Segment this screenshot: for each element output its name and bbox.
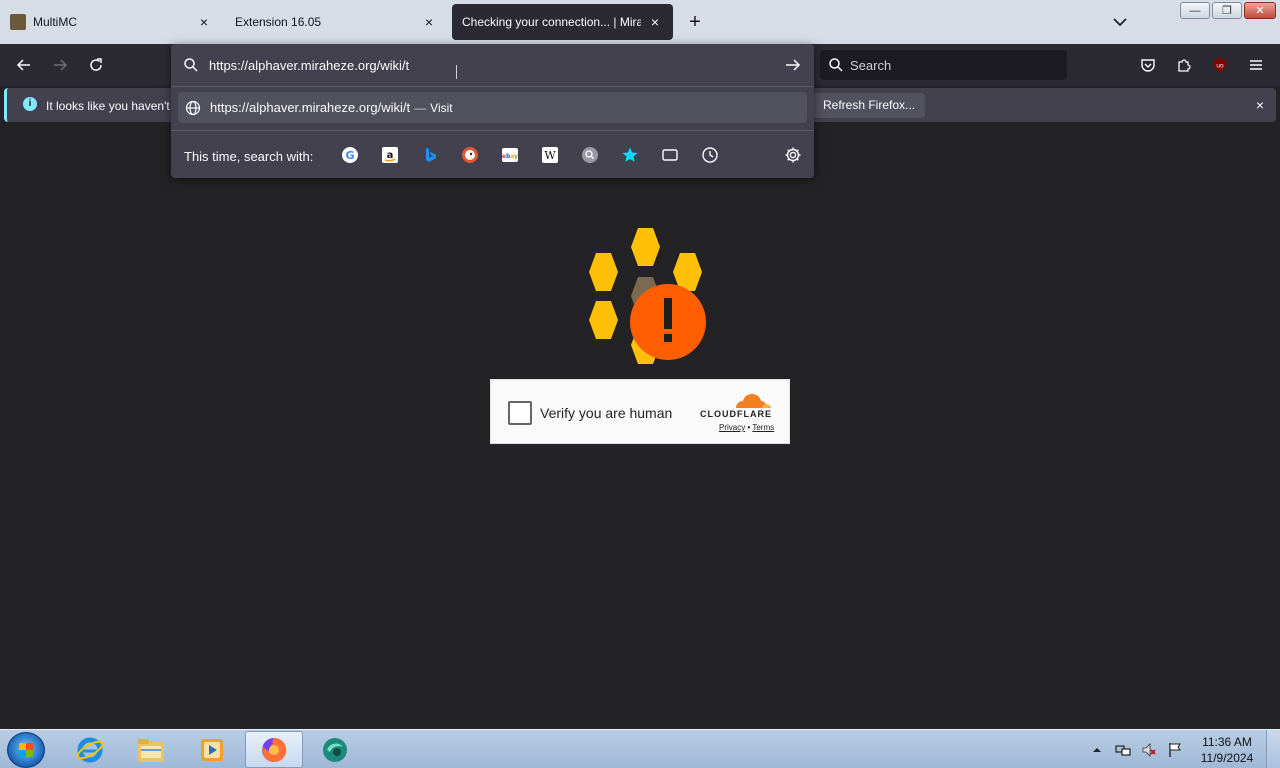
tab-label: MultiMC xyxy=(33,15,77,29)
globe-icon xyxy=(185,100,201,115)
history-icon[interactable] xyxy=(700,145,720,165)
go-button[interactable] xyxy=(784,56,802,77)
search-input[interactable]: Search xyxy=(820,50,1067,80)
text-cursor xyxy=(456,65,458,79)
divider xyxy=(171,86,814,87)
bing-icon[interactable] xyxy=(420,145,440,165)
menu-button[interactable] xyxy=(1244,53,1268,77)
bookmarks-icon[interactable] xyxy=(620,145,640,165)
internet-explorer-icon[interactable] xyxy=(61,731,119,768)
verify-checkbox[interactable] xyxy=(508,401,532,425)
url-suggestion-row[interactable]: https://alphaver.miraheze.org/wiki/t — V… xyxy=(178,92,807,123)
reload-icon xyxy=(90,58,102,71)
taskbar: 11:36 AM 11/9/2024 xyxy=(0,729,1280,768)
ebay-icon[interactable]: ebay xyxy=(500,145,520,165)
pocket-button[interactable] xyxy=(1136,53,1160,77)
cloudflare-links: Privacy • Terms xyxy=(719,423,774,432)
extensions-button[interactable] xyxy=(1172,53,1196,77)
suggestion-url: https://alphaver.miraheze.org/wiki/t xyxy=(210,100,411,115)
cloudflare-challenge-widget: Verify you are human CLOUDFLARE Privacy … xyxy=(490,379,790,444)
puzzle-icon xyxy=(1178,59,1191,72)
network-icon[interactable] xyxy=(1115,742,1131,758)
tabs-icon[interactable] xyxy=(660,145,680,165)
tab-label: Extension 16.05 xyxy=(235,15,322,29)
list-all-tabs-chevron-down-icon[interactable] xyxy=(1110,12,1130,32)
svg-text:ebay: ebay xyxy=(502,153,518,160)
arrow-right-icon xyxy=(786,59,801,71)
app-icon[interactable] xyxy=(306,731,364,768)
cloudflare-wordmark: CLOUDFLARE xyxy=(700,409,772,419)
svg-text:uo: uo xyxy=(1216,63,1224,70)
duckduckgo-icon[interactable] xyxy=(460,145,480,165)
new-tab-button[interactable]: + xyxy=(684,12,706,34)
back-arrow-icon xyxy=(16,59,30,71)
start-button[interactable] xyxy=(7,732,45,768)
volume-muted-icon[interactable] xyxy=(1141,742,1157,758)
ublock-shield-icon: uo xyxy=(1214,58,1226,72)
svg-text:W: W xyxy=(544,149,556,162)
cloudflare-cloud-icon xyxy=(736,394,771,408)
firefox-icon[interactable] xyxy=(245,731,303,768)
terms-link[interactable]: Terms xyxy=(752,423,774,432)
multimc-favicon-icon xyxy=(10,14,26,30)
tab-multimc[interactable]: MultiMC × xyxy=(0,4,222,40)
forward-button[interactable] xyxy=(48,53,72,77)
window-close-button[interactable]: ✕ xyxy=(1244,2,1276,19)
search-settings-gear-icon[interactable] xyxy=(783,145,803,165)
search-engine-icon[interactable] xyxy=(580,145,600,165)
clock-date: 11/9/2024 xyxy=(1200,750,1254,765)
show-hidden-icons-chevron-up-icon[interactable] xyxy=(1089,742,1105,758)
tab-strip: MultiMC × Extension 16.05 × Checking you… xyxy=(0,0,1280,44)
suggestion-action: Visit xyxy=(430,100,453,115)
search-icon xyxy=(829,58,843,72)
urlbar-dropdown: https://alphaver.miraheze.org/wiki/t htt… xyxy=(171,44,814,178)
pocket-icon xyxy=(1141,59,1155,72)
close-tab-icon[interactable]: × xyxy=(647,14,663,30)
one-off-label: This time, search with: xyxy=(184,149,314,164)
restore-button[interactable]: ❐ xyxy=(1212,2,1242,19)
search-icon xyxy=(184,58,198,72)
clock[interactable]: 11:36 AM 11/9/2024 xyxy=(1188,734,1266,766)
show-desktop-button[interactable] xyxy=(1266,730,1280,768)
verify-label: Verify you are human xyxy=(540,405,673,421)
close-tab-icon[interactable]: × xyxy=(196,14,212,30)
hamburger-menu-icon xyxy=(1250,60,1262,70)
refresh-firefox-button[interactable]: Refresh Firefox... xyxy=(813,93,926,118)
clock-time: 11:36 AM xyxy=(1202,734,1252,749)
suggestion-separator: — xyxy=(414,100,427,115)
search-placeholder: Search xyxy=(850,57,892,73)
google-icon[interactable]: G xyxy=(340,145,360,165)
forward-arrow-icon xyxy=(54,59,68,71)
back-button[interactable] xyxy=(12,53,36,77)
file-explorer-icon[interactable] xyxy=(122,731,180,768)
wikipedia-icon[interactable]: W xyxy=(540,145,560,165)
site-logo-warning-icon xyxy=(589,228,706,364)
notification-text: It looks like you haven't xyxy=(46,99,170,113)
ublock-origin-button[interactable]: uo xyxy=(1208,53,1232,77)
svg-text:G: G xyxy=(345,149,354,162)
svg-text:a: a xyxy=(387,150,394,161)
privacy-link[interactable]: Privacy xyxy=(719,423,745,432)
tab-label: Checking your connection... | Mirah xyxy=(462,15,641,29)
system-tray: 11:36 AM 11/9/2024 xyxy=(1084,730,1280,768)
amazon-icon[interactable]: a xyxy=(380,145,400,165)
tab-checking-connection[interactable]: Checking your connection... | Mirah × xyxy=(452,4,673,40)
url-value: https://alphaver.miraheze.org/wiki/t xyxy=(209,57,410,73)
url-input[interactable]: https://alphaver.miraheze.org/wiki/t xyxy=(171,44,814,86)
close-notification-icon[interactable]: × xyxy=(1256,97,1264,113)
close-tab-icon[interactable]: × xyxy=(421,14,437,30)
window-controls: — ❐ ✕ xyxy=(1180,2,1276,19)
info-icon: i xyxy=(23,97,37,111)
reload-button[interactable] xyxy=(84,53,108,77)
media-player-icon[interactable] xyxy=(183,731,241,768)
minimize-button[interactable]: — xyxy=(1180,2,1210,19)
action-center-flag-icon[interactable] xyxy=(1167,742,1183,758)
one-off-search-buttons: This time, search with: G a ebay W xyxy=(171,130,814,178)
tab-extension[interactable]: Extension 16.05 × xyxy=(225,4,447,40)
link-separator: • xyxy=(747,423,751,432)
